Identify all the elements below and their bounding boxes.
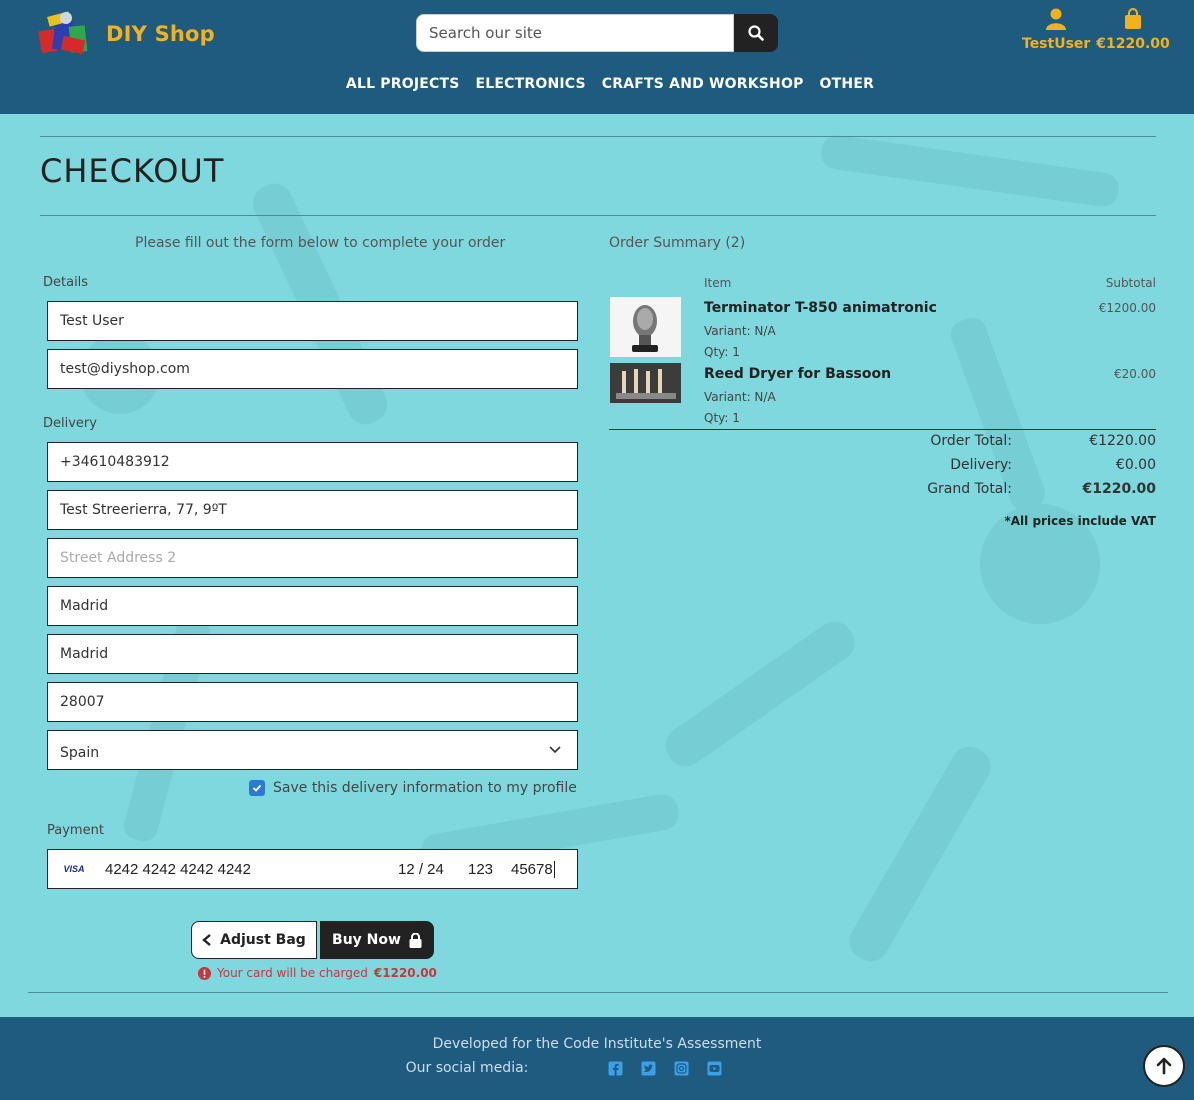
summary-title: Order Summary (2) bbox=[609, 235, 746, 251]
grand-total-value: €1220.00 bbox=[1082, 481, 1156, 497]
search-form bbox=[416, 14, 778, 52]
card-number[interactable]: 4242 4242 4242 4242 bbox=[105, 861, 251, 878]
alert-icon bbox=[198, 966, 211, 980]
back-to-top-button[interactable] bbox=[1143, 1045, 1185, 1087]
email-field[interactable] bbox=[47, 349, 578, 389]
order-total-value: €1220.00 bbox=[1089, 433, 1156, 449]
visa-card-icon: VISA bbox=[63, 864, 85, 874]
lock-icon bbox=[409, 932, 422, 948]
divider bbox=[40, 136, 1156, 137]
page-title: CHECKOUT bbox=[40, 152, 225, 190]
summary-col-item: Item bbox=[704, 276, 732, 290]
summary-item-qty: Qty: 1 bbox=[704, 411, 740, 425]
brand-link[interactable]: DIY Shop bbox=[36, 10, 215, 58]
bag-total: €1220.00 bbox=[1096, 36, 1170, 52]
payment-label: Payment bbox=[47, 823, 104, 838]
full-name-field[interactable] bbox=[47, 301, 578, 341]
details-label: Details bbox=[43, 275, 89, 290]
instagram-icon[interactable] bbox=[674, 1061, 689, 1076]
shopping-bag-icon bbox=[1096, 8, 1170, 34]
country-select[interactable]: Spain bbox=[47, 730, 578, 770]
summary-item-name: Reed Dryer for Bassoon bbox=[704, 366, 892, 382]
logo-icon bbox=[36, 10, 94, 58]
summary-item-variant: Variant: N/A bbox=[704, 390, 776, 404]
county-field[interactable] bbox=[47, 634, 578, 674]
social-links bbox=[608, 1061, 722, 1076]
delivery-label: Delivery bbox=[43, 416, 97, 431]
nav-crafts-and-workshop[interactable]: CRAFTS AND WORKSHOP bbox=[602, 76, 804, 92]
summary-item-variant: Variant: N/A bbox=[704, 324, 776, 338]
grand-total-label: Grand Total: bbox=[927, 481, 1012, 497]
save-info-checkbox[interactable] bbox=[249, 780, 265, 796]
vat-note: *All prices include VAT bbox=[1004, 514, 1156, 528]
buy-now-label: Buy Now bbox=[332, 932, 401, 948]
bag-link[interactable]: €1220.00 bbox=[1096, 8, 1170, 52]
card-cvc[interactable]: 123 bbox=[468, 861, 493, 878]
footer-social-label: Our social media: bbox=[405, 1060, 529, 1076]
charge-note-text: Your card will be charged bbox=[217, 966, 368, 980]
site-footer bbox=[0, 1017, 1194, 1100]
buy-now-button[interactable]: Buy Now bbox=[320, 921, 434, 959]
card-expiry[interactable]: 12 / 24 bbox=[398, 861, 444, 878]
phone-field[interactable] bbox=[47, 442, 578, 482]
charge-note: Your card will be charged €1220.00 bbox=[198, 966, 437, 980]
check-icon bbox=[252, 784, 262, 792]
delivery-cost-value: €0.00 bbox=[1115, 457, 1156, 473]
footer-credit: Developed for the Code Institute's Asses… bbox=[432, 1036, 762, 1052]
delivery-cost-label: Delivery: bbox=[950, 457, 1012, 473]
search-input[interactable] bbox=[416, 14, 734, 52]
town-field[interactable] bbox=[47, 586, 578, 626]
nav-electronics[interactable]: ELECTRONICS bbox=[476, 76, 586, 92]
summary-item-subtotal: €20.00 bbox=[1114, 367, 1156, 381]
chevron-left-icon bbox=[202, 934, 211, 946]
divider bbox=[28, 992, 1168, 993]
search-button[interactable] bbox=[734, 14, 778, 52]
country-value: Spain bbox=[60, 745, 100, 761]
charge-amount: €1220.00 bbox=[373, 966, 437, 980]
adjust-bag-button[interactable]: Adjust Bag bbox=[191, 921, 317, 959]
main-nav: ALL PROJECTS ELECTRONICS CRAFTS AND WORK… bbox=[0, 76, 1194, 92]
street-address-2-field[interactable] bbox=[47, 538, 578, 578]
product-image bbox=[610, 297, 681, 357]
facebook-icon[interactable] bbox=[608, 1061, 623, 1076]
youtube-icon[interactable] bbox=[707, 1061, 722, 1076]
account-link[interactable]: TestUser bbox=[1022, 8, 1090, 52]
summary-col-subtotal: Subtotal bbox=[1105, 276, 1156, 290]
product-image bbox=[610, 363, 681, 403]
divider bbox=[609, 429, 1156, 430]
account-label: TestUser bbox=[1022, 36, 1091, 52]
brand-name: DIY Shop bbox=[106, 22, 215, 46]
save-info-label: Save this delivery information to my pro… bbox=[273, 780, 577, 796]
card-zip[interactable]: 45678 bbox=[511, 860, 555, 878]
user-icon bbox=[1022, 8, 1090, 34]
chevron-down-icon bbox=[549, 743, 561, 759]
street-address-1-field[interactable] bbox=[47, 490, 578, 530]
summary-item-subtotal: €1200.00 bbox=[1098, 301, 1156, 315]
summary-item-qty: Qty: 1 bbox=[704, 345, 740, 359]
divider bbox=[40, 215, 1156, 216]
adjust-bag-label: Adjust Bag bbox=[220, 932, 306, 948]
card-element[interactable]: VISA 4242 4242 4242 4242 12 / 24 123 456… bbox=[47, 849, 578, 889]
postcode-field[interactable] bbox=[47, 682, 578, 722]
twitter-icon[interactable] bbox=[641, 1061, 656, 1076]
summary-item-name: Terminator T-850 animatronic bbox=[704, 300, 937, 316]
order-total-label: Order Total: bbox=[930, 433, 1012, 449]
site-header: DIY Shop TestUser €1220.00 AL bbox=[0, 0, 1194, 114]
save-info-row: Save this delivery information to my pro… bbox=[249, 780, 577, 796]
nav-all-projects[interactable]: ALL PROJECTS bbox=[346, 76, 460, 92]
form-lead: Please fill out the form below to comple… bbox=[135, 235, 506, 251]
arrow-up-icon bbox=[1156, 1057, 1172, 1075]
nav-other[interactable]: OTHER bbox=[820, 76, 875, 92]
search-icon bbox=[748, 25, 764, 41]
